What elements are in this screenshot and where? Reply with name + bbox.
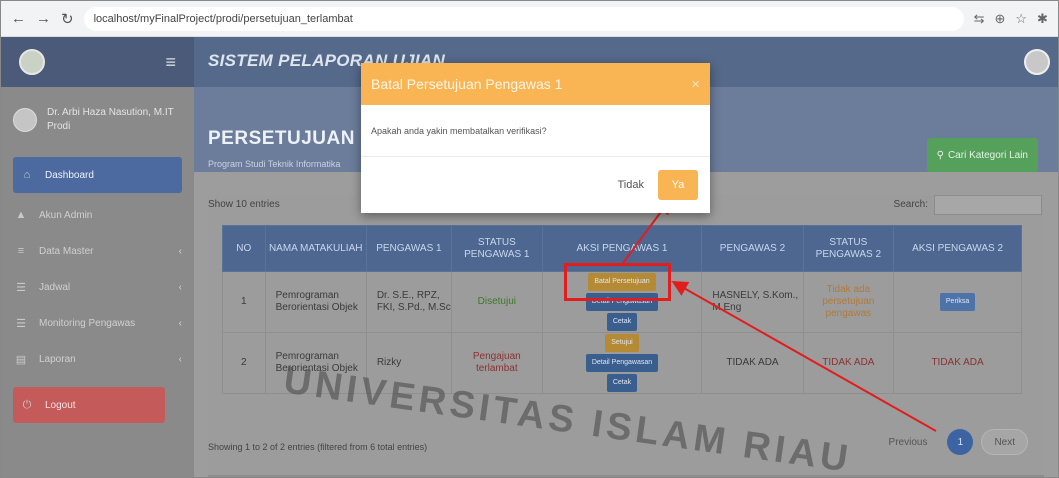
chevron-left-icon: ‹ <box>178 281 182 293</box>
cell-pengawas2: HASNELY, S.Kom., M.Eng <box>701 271 804 333</box>
cetak-button[interactable]: Cetak <box>606 313 638 331</box>
list-icon: ☰ <box>16 317 26 330</box>
back-icon[interactable]: ← <box>11 10 26 27</box>
cell-status2: TIDAK ADA <box>802 332 895 394</box>
previous-button[interactable]: Previous <box>876 429 940 455</box>
extensions-icon[interactable]: ✱ <box>1037 11 1048 27</box>
show-entries: Show 10 entries <box>208 199 280 210</box>
top-avatar[interactable] <box>1024 49 1050 75</box>
sidebar-item-label: Akun Admin <box>39 209 93 221</box>
sidebar-item-label: Laporan <box>39 353 76 365</box>
cell-status1: Disetujui <box>451 271 543 333</box>
ya-button[interactable]: Ya <box>658 170 698 200</box>
cell-matkul: Pemrograman Berorientasi Objek <box>264 271 367 333</box>
sidebar-item-label: Data Master <box>39 245 94 257</box>
sidebar-item-jadwal[interactable]: ☰ Jadwal ‹ <box>1 269 194 305</box>
search-icon: ⚲ <box>936 149 944 161</box>
sidebar-item-logout[interactable]: ⏻ Logout <box>13 387 165 423</box>
setujui-button[interactable]: Setujui <box>605 334 639 352</box>
cell-aksi2: TIDAK ADA <box>893 332 1022 394</box>
cari-kategori-label: Cari Kategori Lain <box>947 149 1028 161</box>
address-text: localhost/myFinalProject/prodi/persetuju… <box>93 12 353 25</box>
detail-pengawasan-button[interactable]: Detail Pengawasan <box>585 354 659 372</box>
modal-footer: Tidak Ya <box>361 157 710 213</box>
modal-header: Batal Persetujuan Pengawas 1 × <box>361 63 710 105</box>
sidebar-item-label: Monitoring Pengawas <box>39 317 136 329</box>
translate-icon[interactable]: ⇆ <box>974 11 985 27</box>
cell-no: 2 <box>222 332 266 394</box>
brand-box: ≡ <box>1 37 194 87</box>
sidebar-item-label: Logout <box>45 399 76 411</box>
tidak-button[interactable]: Tidak <box>618 179 645 191</box>
gauge-icon: ⌂ <box>23 169 31 181</box>
power-icon: ⏻ <box>22 398 32 411</box>
th-pengawas2[interactable]: PENGAWAS 2 <box>701 225 804 272</box>
th-matkul[interactable]: NAMA MATAKULIAH <box>264 225 367 272</box>
page-title: PERSETUJUAN T <box>208 128 373 149</box>
screenshot-frame: ← → ↻ ⓘ localhost/myFinalProject/prodi/p… <box>0 0 1059 478</box>
close-icon[interactable]: × <box>691 76 700 93</box>
show-entries-select[interactable]: 10 <box>236 199 247 210</box>
sidebar: Dr. Arbi Haza Nasution, M.IT Prodi ⌂ Das… <box>1 87 194 477</box>
modal-title: Batal Persetujuan Pengawas 1 <box>371 76 563 92</box>
show-suffix: entries <box>249 199 280 210</box>
address-bar[interactable]: ⓘ localhost/myFinalProject/prodi/persetu… <box>1 6 964 263</box>
avatar <box>13 108 37 132</box>
next-button[interactable]: Next <box>981 429 1028 455</box>
th-no[interactable]: NO <box>222 225 266 272</box>
zoom-icon[interactable]: ⊕ <box>994 11 1005 27</box>
database-icon: ≡ <box>17 245 25 257</box>
cell-no: 1 <box>222 271 266 333</box>
modal-body: Apakah anda yakin membatalkan verifikasi… <box>361 105 710 157</box>
forward-icon[interactable]: → <box>36 10 51 27</box>
search-label: Search: <box>893 199 928 210</box>
cell-pengawas1: Dr. S.E., RPZ, FKI, S.Pd., M.Sc <box>365 271 453 333</box>
chevron-left-icon: ‹ <box>178 353 182 365</box>
sidebar-user: Dr. Arbi Haza Nasution, M.IT Prodi <box>1 87 194 153</box>
cari-kategori-button[interactable]: ⚲ Cari Kategori Lain <box>926 138 1038 172</box>
browser-toolbar: ← → ↻ ⓘ localhost/myFinalProject/prodi/p… <box>1 1 1058 263</box>
user-role: Prodi <box>47 121 71 132</box>
cell-aksi1: Setujui Detail Pengawasan Cetak <box>541 332 703 394</box>
confirm-modal: Batal Persetujuan Pengawas 1 × Apakah an… <box>361 63 710 213</box>
chevron-left-icon: ‹ <box>178 317 182 329</box>
reload-icon[interactable]: ↻ <box>61 10 74 28</box>
th-aksi2[interactable]: AKSI PENGAWAS 2 <box>893 225 1022 272</box>
sidebar-item-label: Jadwal <box>39 281 71 293</box>
pagination: Previous 1 Next <box>876 429 1028 455</box>
user-info: Dr. Arbi Haza Nasution, M.IT Prodi <box>47 106 174 134</box>
university-logo <box>19 49 45 75</box>
table-info: Showing 1 to 2 of 2 entries (filtered fr… <box>208 442 428 452</box>
periksa-button[interactable]: Periksa <box>939 293 976 311</box>
sidebar-item-laporan[interactable]: ▤ Laporan ‹ <box>1 341 194 377</box>
cell-aksi2: Periksa <box>893 271 1022 333</box>
show-prefix: Show <box>208 199 234 210</box>
sidebar-item-label: Dashboard <box>45 169 94 181</box>
sidebar-item-akun-admin[interactable]: ▲ Akun Admin <box>1 197 194 233</box>
annotation-highlight-box <box>564 263 671 301</box>
cetak-button[interactable]: Cetak <box>606 374 638 392</box>
star-icon[interactable]: ☆ <box>1015 11 1027 27</box>
th-status1[interactable]: STATUS PENGAWAS 1 <box>451 225 543 272</box>
cell-status2: Tidak ada persetujuan pengawas <box>802 271 895 333</box>
sidebar-item-data-master[interactable]: ≡ Data Master ‹ <box>1 233 194 269</box>
cell-pengawas2: TIDAK ADA <box>701 332 804 394</box>
th-pengawas1[interactable]: PENGAWAS 1 <box>365 225 453 272</box>
sidebar-item-dashboard[interactable]: ⌂ Dashboard <box>13 157 182 193</box>
user-name: Dr. Arbi Haza Nasution, M.IT <box>47 107 174 118</box>
page-1-button[interactable]: 1 <box>947 429 974 455</box>
th-status2[interactable]: STATUS PENGAWAS 2 <box>802 225 895 272</box>
search-input[interactable] <box>934 195 1042 215</box>
list-icon: ☰ <box>16 281 26 294</box>
user-icon: ▲ <box>15 209 27 221</box>
chevron-left-icon: ‹ <box>178 245 182 257</box>
sidebar-item-monitoring[interactable]: ☰ Monitoring Pengawas ‹ <box>1 305 194 341</box>
book-icon: ▤ <box>15 353 27 366</box>
page-subtitle: Program Studi Teknik Informatika <box>208 159 341 169</box>
hamburger-icon[interactable]: ≡ <box>165 52 176 73</box>
